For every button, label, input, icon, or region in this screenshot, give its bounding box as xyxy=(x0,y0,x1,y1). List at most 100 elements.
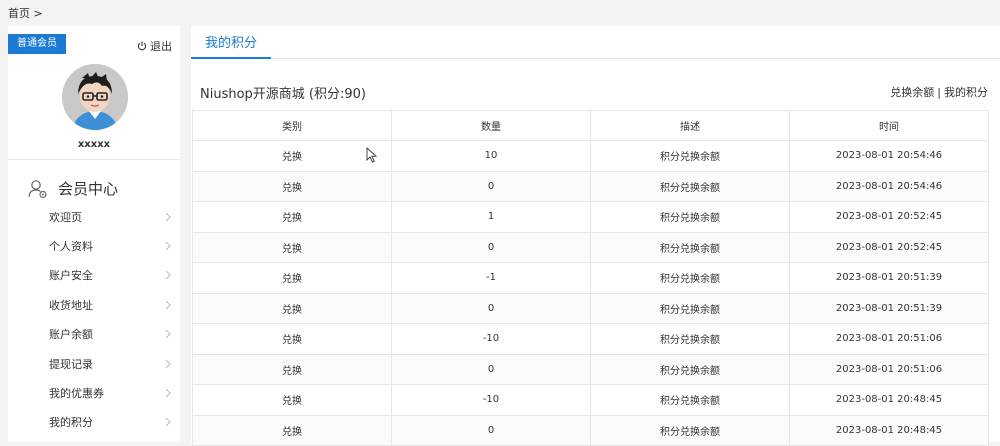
sidebar-item-points[interactable]: 我的积分 xyxy=(8,408,180,437)
sidebar-item-label: 个人资料 xyxy=(49,240,93,254)
cell-time: 2023-08-01 20:51:39 xyxy=(789,292,989,324)
cell-time: 2023-08-01 20:51:06 xyxy=(789,353,989,385)
member-menu: 欢迎页 个人资料 账户安全 收货地址 账户余额 提现记录 我的优惠券 我的积分 xyxy=(8,202,180,437)
sidebar-item-label: 提现记录 xyxy=(49,357,93,371)
sidebar-item-withdrawals[interactable]: 提现记录 xyxy=(8,349,180,378)
cell-time: 2023-08-01 20:54:46 xyxy=(789,140,989,172)
cell-quantity: 1 xyxy=(391,201,591,233)
breadcrumb[interactable]: 首页 > xyxy=(8,5,43,21)
tab-bar: 我的积分 xyxy=(191,26,1000,59)
points-links: 兑换余额 | 我的积分 xyxy=(890,84,988,100)
cell-category: 兑换 xyxy=(192,353,392,385)
chevron-right-icon xyxy=(165,212,171,222)
chevron-right-icon xyxy=(165,388,171,398)
cell-time: 2023-08-01 20:54:46 xyxy=(789,170,989,202)
cell-category: 兑换 xyxy=(192,262,392,294)
main-panel: 我的积分 Niushop开源商城 (积分:90) 兑换余额 | 我的积分 类别 数量… xyxy=(191,26,1000,446)
sidebar-divider xyxy=(8,159,180,160)
table-row: 兑换 0 积分兑换余额 2023-08-01 20:54:46 xyxy=(192,170,989,202)
cell-quantity: 0 xyxy=(391,292,591,324)
cell-category: 兑换 xyxy=(192,414,392,446)
cell-quantity: -10 xyxy=(391,384,591,416)
username: xxxxx xyxy=(77,139,111,150)
cell-quantity: -10 xyxy=(391,323,591,355)
column-header-description: 描述 xyxy=(590,110,790,141)
table-row: 兑换 1 积分兑换余额 2023-08-01 20:52:45 xyxy=(192,201,989,233)
cell-description: 积分兑换余额 xyxy=(590,384,790,416)
chevron-right-icon xyxy=(165,271,171,280)
store-points-title: Niushop开源商城 (积分:90) xyxy=(200,87,366,102)
cell-quantity: 0 xyxy=(391,353,591,385)
cell-time: 2023-08-01 20:51:39 xyxy=(789,262,989,294)
points-table: 类别 数量 描述 时间 兑换 10 积分兑换余额 2023-08-01 20:54:4… xyxy=(192,110,989,446)
cell-description: 积分兑换余额 xyxy=(590,170,790,202)
table-header-row: 类别 数量 描述 时间 xyxy=(192,110,989,141)
table-row: 兑换 10 积分兑换余额 2023-08-01 20:54:46 xyxy=(192,140,989,172)
exchange-balance-link[interactable]: 兑换余额 xyxy=(890,86,934,99)
chevron-right-icon xyxy=(165,359,171,368)
table-row: 兑换 -10 积分兑换余额 2023-08-01 20:48:45 xyxy=(192,384,989,416)
table-row: 兑换 0 积分兑换余额 2023-08-01 20:48:45 xyxy=(192,414,989,446)
cell-quantity: 10 xyxy=(391,140,591,172)
chevron-right-icon xyxy=(165,329,171,339)
chevron-right-icon xyxy=(165,300,171,310)
sidebar-item-balance[interactable]: 账户余额 xyxy=(8,320,180,349)
cell-time: 2023-08-01 20:52:45 xyxy=(789,231,989,263)
column-header-quantity: 数量 xyxy=(391,110,591,141)
cell-description: 积分兑换余额 xyxy=(590,201,790,233)
cell-category: 兑换 xyxy=(192,140,392,172)
user-settings-icon xyxy=(28,179,47,198)
chevron-right-icon xyxy=(165,418,171,427)
cell-description: 积分兑换余额 xyxy=(590,140,790,172)
sidebar-item-label: 欢迎页 xyxy=(49,210,82,224)
member-center-heading: 会员中心 xyxy=(28,178,118,199)
sidebar-item-profile[interactable]: 个人资料 xyxy=(8,231,180,260)
cell-description: 积分兑换余额 xyxy=(590,292,790,324)
cell-description: 积分兑换余额 xyxy=(590,353,790,385)
sidebar-item-label: 账户余额 xyxy=(49,328,93,342)
cell-time: 2023-08-01 20:51:06 xyxy=(789,323,989,355)
tab-my-points[interactable]: 我的积分 xyxy=(191,26,271,59)
logout-button[interactable]: 退出 xyxy=(137,38,172,54)
mouse-pointer-icon xyxy=(366,147,378,163)
sidebar-item-security[interactable]: 账户安全 xyxy=(8,261,180,290)
sidebar-item-label: 收货地址 xyxy=(49,298,93,312)
column-header-time: 时间 xyxy=(789,110,989,141)
cell-category: 兑换 xyxy=(192,292,392,324)
sidebar-item-welcome[interactable]: 欢迎页 xyxy=(8,202,180,231)
table-row: 兑换 0 积分兑换余额 2023-08-01 20:51:39 xyxy=(192,292,989,324)
sidebar-item-label: 账户安全 xyxy=(49,269,93,283)
cell-time: 2023-08-01 20:48:45 xyxy=(789,414,989,446)
sidebar-item-label: 我的积分 xyxy=(49,416,93,430)
cell-quantity: 0 xyxy=(391,231,591,263)
avatar[interactable] xyxy=(62,64,128,130)
power-icon xyxy=(137,41,147,51)
member-sidebar: 普通会员 退出 xxxxx 会员中心 欢迎页 个人资料 账户安全 收货地址 账户… xyxy=(8,26,180,442)
cell-category: 兑换 xyxy=(192,323,392,355)
column-header-category: 类别 xyxy=(192,110,392,141)
cell-quantity: 0 xyxy=(391,170,591,202)
cell-description: 积分兑换余额 xyxy=(590,323,790,355)
avatar-cartoon-icon xyxy=(62,64,128,130)
cell-category: 兑换 xyxy=(192,384,392,416)
cell-category: 兑换 xyxy=(192,170,392,202)
cell-description: 积分兑换余额 xyxy=(590,414,790,446)
sidebar-item-coupons[interactable]: 我的优惠券 xyxy=(8,378,180,407)
sidebar-item-label: 我的优惠券 xyxy=(49,387,104,401)
logout-label: 退出 xyxy=(150,40,172,53)
sidebar-item-address[interactable]: 收货地址 xyxy=(8,290,180,319)
link-separator: | xyxy=(937,86,941,99)
cell-quantity: -1 xyxy=(391,262,591,294)
cell-description: 积分兑换余额 xyxy=(590,262,790,294)
table-row: 兑换 0 积分兑换余额 2023-08-01 20:52:45 xyxy=(192,231,989,263)
cell-category: 兑换 xyxy=(192,201,392,233)
chevron-right-icon xyxy=(165,241,171,251)
cell-description: 积分兑换余额 xyxy=(590,231,790,263)
member-level-badge: 普通会员 xyxy=(8,34,66,54)
cell-quantity: 0 xyxy=(391,414,591,446)
my-points-link[interactable]: 我的积分 xyxy=(944,86,988,99)
table-row: 兑换 0 积分兑换余额 2023-08-01 20:51:06 xyxy=(192,353,989,385)
table-row: 兑换 -10 积分兑换余额 2023-08-01 20:51:06 xyxy=(192,323,989,355)
member-center-label: 会员中心 xyxy=(58,180,119,198)
cell-category: 兑换 xyxy=(192,231,392,263)
